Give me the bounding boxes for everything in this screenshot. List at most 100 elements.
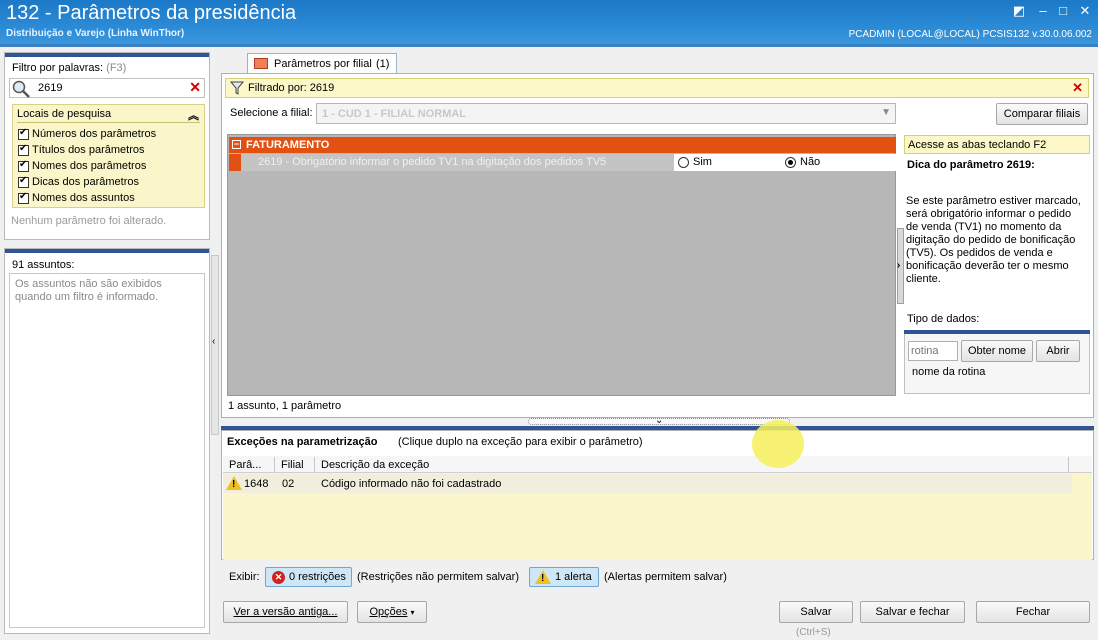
error-icon: ✕ [272,571,285,584]
table-row[interactable]: ! 1648 02 Código informado não foi cadas… [223,474,1072,493]
clear-search-icon[interactable]: ✕ [189,79,201,96]
rotina-input[interactable] [908,341,958,361]
window-title: 132 - Parâmetros da presidência [6,2,297,24]
checkbox-label: Números dos parâmetros [32,128,157,140]
tab-parametros-por-filial[interactable]: Parâmetros por filial (1) [247,53,397,74]
search-input[interactable]: 2619 ✕ [9,78,205,98]
checkbox-dicas[interactable] [18,175,29,188]
restrictions-label: 0 restrições [289,571,346,583]
alerts-label: 1 alerta [555,571,592,583]
params-grid [227,134,896,396]
data-type-label: Tipo de dados: [907,313,980,325]
user-info: PCADMIN (LOCAL@LOCAL) PCSIS132 v.30.0.06… [848,29,1092,40]
exception-description: Código informado não foi cadastrado [321,478,502,490]
panel-accent-bar [5,249,209,253]
column-header[interactable]: Parâ... [229,459,261,471]
checkbox-label: Títulos dos parâmetros [32,144,145,156]
checkbox-label: Nomes dos assuntos [32,192,135,204]
options-button[interactable]: Opções ▾ [357,601,427,623]
change-status: Nenhum parâmetro foi alterado. [11,215,167,227]
chevron-down-icon: ▾ [410,608,415,617]
radio-nao-label: Não [800,156,821,168]
row-marker [229,154,241,171]
clear-filter-icon[interactable]: ✕ [1072,80,1083,96]
filtered-text: Filtrado por: 2619 [248,82,335,94]
subjects-note: Os assuntos não são exibidos quando um f… [15,278,162,303]
get-name-button[interactable]: Obter nome [961,340,1033,362]
exceptions-header: Parâ... Filial Descrição da exceção [223,456,1092,473]
collapse-group-icon[interactable]: − [232,140,241,149]
exceptions-hint: (Clique duplo na exceção para exibir o p… [398,436,643,448]
column-divider [274,457,275,472]
maximize-icon[interactable]: □ [1054,3,1072,19]
cursor-highlight [752,420,804,468]
restrictions-note: (Restrições não permitem salvar) [357,571,519,583]
column-divider [1068,457,1069,472]
filtered-bar: Filtrado por: 2619 ✕ [225,78,1089,98]
column-divider [314,457,315,472]
minimize-icon[interactable]: – [1034,3,1052,19]
tab-label: Parâmetros por filial [274,58,372,70]
checkbox-label: Dicas dos parâmetros [32,176,139,188]
tab-count: (1) [376,58,390,70]
show-label: Exibir: [229,571,260,583]
panel-accent-bar [5,53,209,57]
close-button[interactable]: Fechar [976,601,1090,623]
filter-label-wrap: Filtro por palavras: (F3) [12,62,126,74]
compare-filiais-button[interactable]: Comparar filiais [996,103,1088,125]
collapse-left-icon[interactable]: ‹ [212,336,215,347]
search-locations-box: Locais de pesquisa ︽ Números dos parâmet… [12,104,205,208]
group-header-faturamento[interactable]: − FATURAMENTO [229,137,896,153]
radio-nao[interactable] [785,157,796,168]
filial-label: Selecione a filial: [230,107,313,119]
exception-filial: 02 [282,478,295,490]
tip-text: Se este parâmetro estiver marcado, será … [906,195,1081,285]
folder-icon [254,58,268,69]
exceptions-title: Exceções na parametrização [227,436,378,448]
save-shortcut: (Ctrl+S) [796,627,831,638]
filter-label: Filtro por palavras: [12,62,104,74]
params-summary: 1 assunto, 1 parâmetro [228,400,342,412]
old-version-button[interactable]: Ver a versão antiga... [223,601,348,623]
hint-text: Acesse as abas teclando F2 [908,139,1047,151]
expand-right-icon[interactable]: › [897,260,900,271]
chevron-down-icon: ▼ [881,107,891,118]
close-window-icon[interactable]: ✕ [1076,3,1094,19]
tip-title: Dica do parâmetro 2619: [907,159,1035,171]
filter-shortcut: (F3) [106,62,127,74]
checkbox-label: Nomes dos parâmetros [32,160,147,172]
column-header[interactable]: Descrição da exceção [321,459,429,471]
checkbox-titulos[interactable] [18,143,29,156]
divider [17,122,200,123]
checkbox-numeros[interactable] [18,127,29,140]
checkbox-assuntos[interactable] [18,191,29,204]
param-row-2619[interactable]: 2619 - Obrigatório informar o pedido TV1… [241,154,896,171]
restrictions-button[interactable]: ✕ 0 restrições [265,567,352,587]
search-icon [12,80,30,98]
chevron-down-icon[interactable]: ⌄ [655,415,663,426]
column-header[interactable]: Filial [281,459,304,471]
restore-icon[interactable]: ◩ [1010,3,1028,19]
collapse-icon[interactable]: ︽ [188,107,199,123]
hint-bar: Acesse as abas teclando F2 [904,135,1090,154]
subjects-count: 91 assuntos: [12,259,75,271]
rotina-name-label: nome da rotina [912,366,986,378]
title-underline [0,44,1098,47]
open-button[interactable]: Abrir [1036,340,1080,362]
filter-icon [230,81,244,95]
radio-sim-label: Sim [693,156,712,168]
save-button[interactable]: Salvar [779,601,853,623]
radio-sim[interactable] [678,157,689,168]
checkbox-nomes[interactable] [18,159,29,172]
subjects-list[interactable]: Os assuntos não são exibidos quando um f… [9,273,205,628]
group-title: FATURAMENTO [246,139,330,151]
search-locations-title: Locais de pesquisa [17,108,112,120]
filial-select[interactable]: 1 - CUD 1 - FILIAL NORMAL ▼ [316,103,896,124]
alerts-button[interactable]: ! 1 alerta [529,567,599,587]
alerts-note: (Alertas permitem salvar) [604,571,727,583]
window-subtitle: Distribuição e Varejo (Linha WinThor) [6,28,185,39]
options-label: Opções [369,606,408,618]
save-and-close-button[interactable]: Salvar e fechar [860,601,965,623]
filial-value: 1 - CUD 1 - FILIAL NORMAL [322,108,467,120]
param-description: 2619 - Obrigatório informar o pedido TV1… [258,156,607,168]
